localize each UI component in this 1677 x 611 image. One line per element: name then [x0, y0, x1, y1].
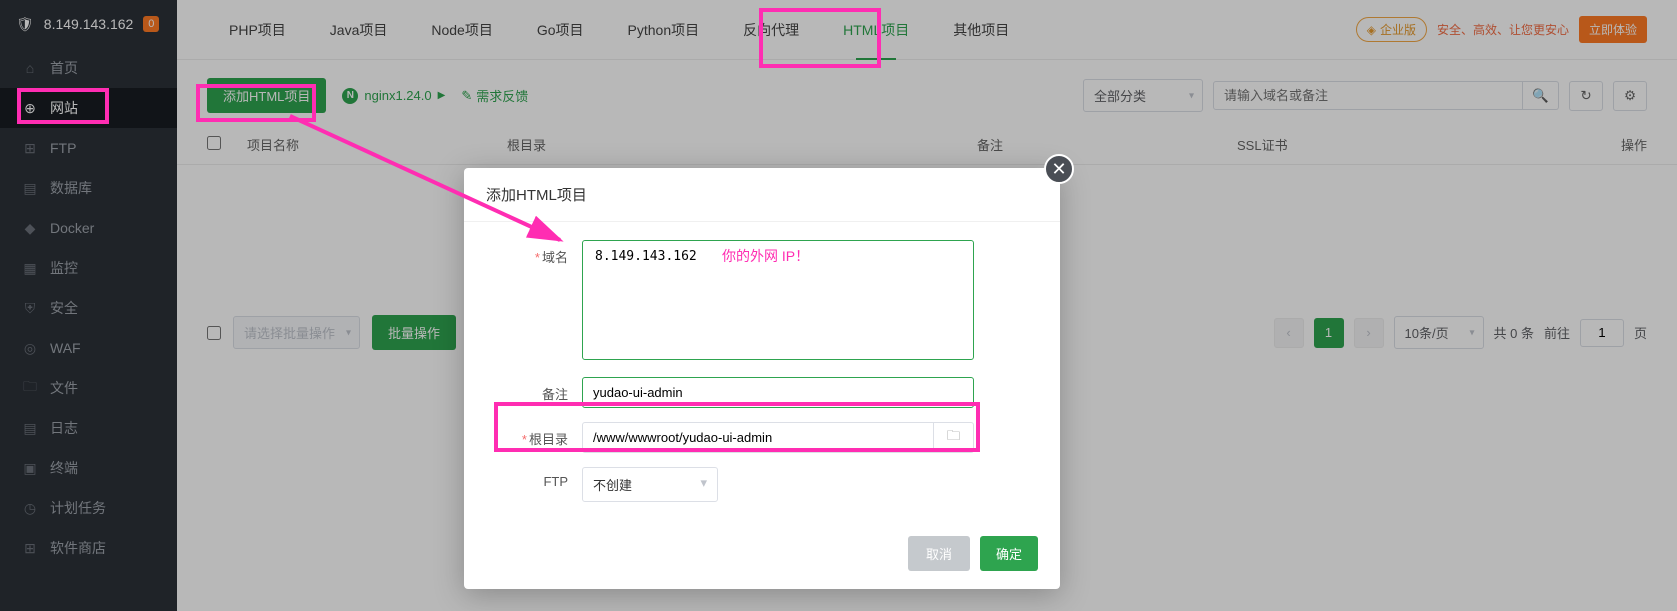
browse-folder-button[interactable]: 🗀 [934, 422, 974, 453]
close-icon: ✕ [1051, 159, 1066, 180]
ftp-label: FTP [543, 474, 568, 489]
domain-label: 域名 [542, 250, 568, 265]
cancel-button[interactable]: 取消 [908, 536, 970, 571]
modal-close-button[interactable]: ✕ [1044, 154, 1074, 184]
add-html-project-modal: ✕ 添加HTML项目 *域名 你的外网 IP！ 备注 *根目录 🗀 FTP [464, 168, 1060, 589]
ftp-select[interactable]: 不创建 [582, 467, 718, 502]
root-dir-input[interactable] [582, 422, 934, 453]
domain-annotation: 你的外网 IP！ [722, 246, 809, 266]
root-label: 根目录 [529, 432, 568, 447]
folder-icon: 🗀 [947, 428, 960, 443]
note-label: 备注 [542, 387, 568, 402]
modal-title: 添加HTML项目 [464, 168, 1060, 222]
note-input[interactable] [582, 377, 974, 408]
confirm-button[interactable]: 确定 [980, 536, 1038, 571]
